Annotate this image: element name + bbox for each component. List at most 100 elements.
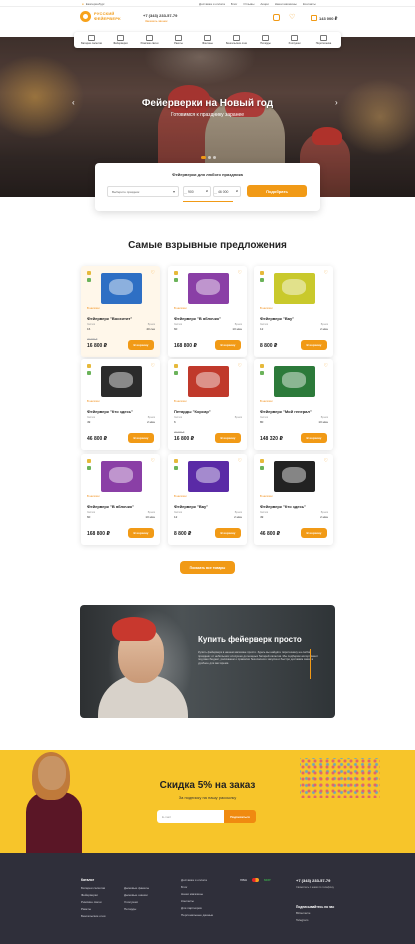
logo-text: РУССКИЙ ФЕЙЕРВЕРК: [94, 11, 121, 21]
footer-link[interactable]: Для партнёров: [181, 906, 213, 910]
add-to-cart-button[interactable]: В корзину: [301, 433, 327, 443]
footer-link[interactable]: Батареи салютов: [81, 886, 105, 890]
price-slider[interactable]: [183, 201, 233, 202]
product-card[interactable]: ♡ В наличии Фейерверк "Вау" Залпов Время 12 2 …: [254, 266, 333, 357]
product-name[interactable]: Фейерверк "Вау": [260, 316, 294, 321]
favorite-icon[interactable]: ♡: [324, 458, 328, 464]
compare-icon[interactable]: [273, 14, 280, 21]
top-link[interactable]: Акции: [260, 2, 268, 6]
category-item[interactable]: Бенгальские огни: [223, 35, 251, 45]
price-to-field[interactable]: 46 000 ₽: [213, 186, 241, 197]
top-link[interactable]: Отзывы: [243, 2, 254, 6]
footer-link[interactable]: Фейерверки: [81, 893, 105, 897]
product-name[interactable]: Фейерверк "В яблочко": [87, 504, 134, 509]
vk-link[interactable]: ВКонтакте: [296, 911, 310, 915]
product-card[interactable]: ♡ В наличии Фейерверк "Вау" Залпов Время 12 2 …: [168, 454, 247, 545]
product-name[interactable]: Петарды "Корсар": [174, 409, 211, 414]
price-from-field[interactable]: 900 ₽: [183, 186, 211, 197]
favorite-icon[interactable]: ♡: [151, 458, 155, 464]
hero-subtitle: Готовимся к празднику заранее: [170, 112, 245, 118]
product-name[interactable]: Фейерверк "Вау": [174, 504, 208, 509]
heart-icon[interactable]: ♡: [289, 14, 295, 21]
product-image[interactable]: [101, 366, 142, 397]
footer-link[interactable]: Персональные данные: [181, 913, 213, 917]
favorite-icon[interactable]: ♡: [151, 270, 155, 276]
footer-link[interactable]: Контакты: [181, 899, 213, 903]
chevron-left-icon[interactable]: ‹: [72, 98, 75, 107]
city-selector[interactable]: ● Екатеринбург: [82, 2, 105, 6]
cart-button[interactable]: 143 000 ₽: [311, 15, 337, 21]
product-image[interactable]: [188, 366, 229, 397]
email-field[interactable]: E-mail: [157, 810, 225, 823]
product-card[interactable]: ♡ В наличии Фейерверк "Кто здесь" Залпов Вре…: [254, 454, 333, 545]
footer-link[interactable]: Бенгальские огни: [81, 914, 105, 918]
add-to-cart-button[interactable]: В корзину: [301, 528, 327, 538]
footer-link[interactable]: Римские свечи: [81, 900, 105, 904]
favorite-icon[interactable]: ♡: [151, 363, 155, 369]
show-all-button[interactable]: Показать все товары: [180, 561, 235, 574]
logo[interactable]: РУССКИЙ ФЕЙЕРВЕРК: [80, 11, 121, 22]
product-name[interactable]: Фейерверк "Восхитит": [87, 316, 132, 321]
add-to-cart-button[interactable]: В корзину: [128, 433, 154, 443]
footer-link[interactable]: Дымовые факелы: [124, 886, 149, 890]
top-link[interactable]: Наши магазины: [275, 2, 297, 6]
add-to-cart-button[interactable]: В корзину: [215, 340, 241, 350]
category-item[interactable]: Батареи салютов: [78, 35, 106, 45]
product-card[interactable]: ♡ В наличии Фейерверк "Мой генерал" Залпов В…: [254, 359, 333, 450]
slider-dots[interactable]: [201, 156, 216, 159]
favorite-icon[interactable]: ♡: [238, 363, 242, 369]
add-to-cart-button[interactable]: В корзину: [128, 528, 154, 538]
chevron-right-icon[interactable]: ›: [335, 98, 338, 107]
favorite-icon[interactable]: ♡: [324, 270, 328, 276]
footer-link[interactable]: Петарды: [124, 907, 149, 911]
product-card[interactable]: ♡ В наличии Фейерверк "Восхитит" Залпов Врем…: [81, 266, 160, 357]
footer-link[interactable]: Блог: [181, 885, 213, 889]
favorite-icon[interactable]: ♡: [324, 363, 328, 369]
callback-link[interactable]: Заказать звонок: [145, 19, 167, 23]
spec-time: 2 мин: [234, 515, 242, 519]
category-item[interactable]: Пиротехника: [310, 35, 338, 45]
product-card[interactable]: ♡ В наличии Петарды "Корсар" Залпов Время 6 20…: [168, 359, 247, 450]
product-card[interactable]: ♡ В наличии Фейерверк "Кто здесь" Залпов Вре…: [81, 359, 160, 450]
product-image[interactable]: [101, 273, 142, 304]
footer-link[interactable]: Дымовые шашки: [124, 893, 149, 897]
product-name[interactable]: Фейерверк "В яблочко": [174, 316, 221, 321]
product-card[interactable]: ♡ В наличии Фейерверк "В яблочко" Залпов Вре…: [81, 454, 160, 545]
favorite-icon[interactable]: ♡: [238, 458, 242, 464]
telegram-link[interactable]: Telegram: [296, 918, 310, 922]
product-image[interactable]: [188, 461, 229, 492]
header-phone[interactable]: +7 (343) 233-57-79: [143, 13, 177, 18]
product-card[interactable]: ♡ В наличии Фейерверк "В яблочко" Залпов Вре…: [168, 266, 247, 357]
footer-link[interactable]: Ракеты: [81, 907, 105, 911]
product-image[interactable]: [274, 273, 315, 304]
filter-submit-button[interactable]: Подобрать: [247, 185, 307, 197]
add-to-cart-button[interactable]: В корзину: [215, 433, 241, 443]
subscribe-button[interactable]: Подписаться: [224, 810, 256, 823]
add-to-cart-button[interactable]: В корзину: [215, 528, 241, 538]
category-item[interactable]: Ракеты: [165, 35, 193, 45]
footer-link[interactable]: Наши магазины: [181, 892, 213, 896]
category-item[interactable]: Петарды: [252, 35, 280, 45]
product-image[interactable]: [101, 461, 142, 492]
product-image[interactable]: [188, 273, 229, 304]
add-to-cart-button[interactable]: В корзину: [301, 340, 327, 350]
category-item[interactable]: Римские свечи: [136, 35, 164, 45]
top-link[interactable]: Доставка и оплата: [199, 2, 225, 6]
category-item[interactable]: Фонтаны: [194, 35, 222, 45]
product-name[interactable]: Фейерверк "Кто здесь": [87, 409, 133, 414]
category-item[interactable]: Фейерверки: [107, 35, 135, 45]
footer-link[interactable]: Хлопушки: [124, 900, 149, 904]
holiday-select[interactable]: Выберите праздник: [107, 186, 179, 197]
product-name[interactable]: Фейерверк "Мой генерал": [260, 409, 312, 414]
favorite-icon[interactable]: ♡: [238, 270, 242, 276]
category-item[interactable]: Хлопушки: [281, 35, 309, 45]
spec-label: Залпов: [260, 323, 269, 326]
top-link[interactable]: Блог: [231, 2, 237, 6]
product-image[interactable]: [274, 461, 315, 492]
product-image[interactable]: [274, 366, 315, 397]
footer-phone[interactable]: +7 (343) 233-57-79: [296, 878, 330, 883]
add-to-cart-button[interactable]: В корзину: [128, 340, 154, 350]
top-link[interactable]: Контакты: [303, 2, 316, 6]
product-name[interactable]: Фейерверк "Кто здесь": [260, 504, 306, 509]
footer-link[interactable]: Доставка и оплата: [181, 878, 213, 882]
